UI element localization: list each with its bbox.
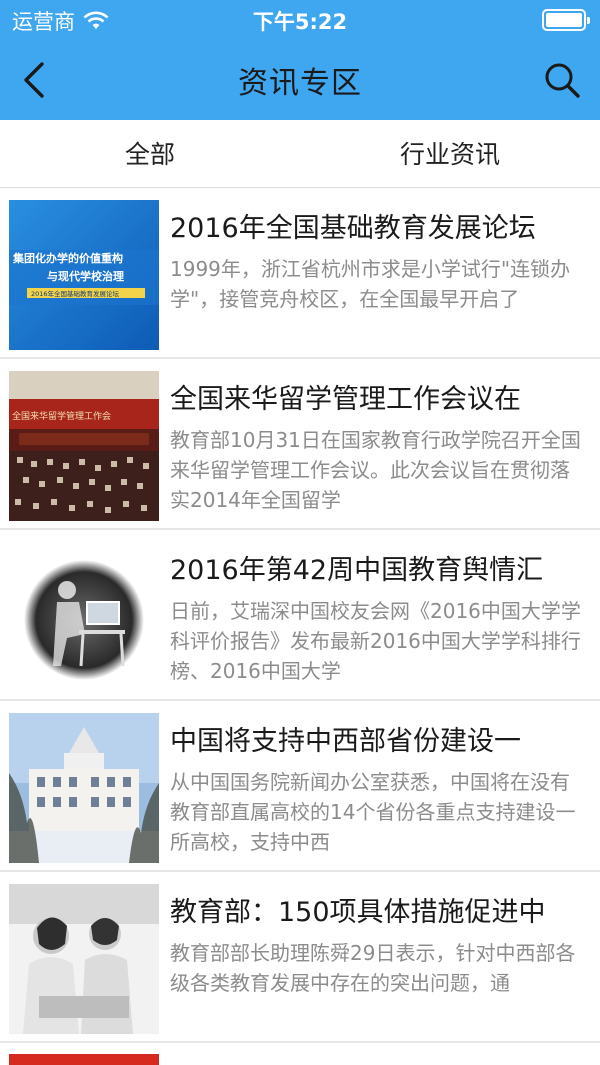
news-summary: 教育部部长助理陈舜29日表示，针对中西部各级各类教育发展中存在的突出问题，通 [170,941,576,995]
news-summary: 1999年，浙江省杭州市求是小学试行"连锁办学"，接管竞舟校区，在全国最早开启了 [170,257,571,311]
app-header: 运营商 下午5:22 资讯专区 [0,0,600,120]
news-thumbnail: 全国来华留学管理工作会 [9,371,159,521]
category-tabs: 全部 行业资讯 [0,120,600,188]
news-list: 集团化办学的价值重构 与现代学校治理 2016年全国基础教育发展论坛 2016年… [0,188,600,1043]
news-summary: 从中国国务院新闻办公室获悉，中国将在没有教育部直属高校的14个省份各重点支持建设… [170,770,576,854]
thumb-text: 集团化办学的价值重构 [12,251,123,265]
thumb-text: 与现代学校治理 [47,269,124,283]
status-bar: 运营商 下午5:22 [0,0,600,40]
search-icon [545,63,580,98]
news-item[interactable]: 中国将支持中西部省份建设一 从中国国务院新闻办公室获悉，中国将在没有教育部直属高… [0,701,600,872]
news-item[interactable]: 教育部：150项具体措施促进中 教育部部长助理陈舜29日表示，针对中西部各级各类… [0,872,600,1043]
news-thumbnail [9,542,159,692]
news-title: 教育部：150项具体措施促进中 [170,897,546,928]
news-item[interactable]: 全国来华留学管理工作会 全国来华留学管理工作会议在 教育部10月31日在国家教育… [0,359,600,530]
tab-industry-news[interactable]: 行业资讯 [300,120,600,187]
tab-all[interactable]: 全部 [0,120,300,187]
thumb-text: 全国来华留学管理工作会 [12,410,111,422]
news-title: 2016年全国基础教育发展论坛 [170,213,536,244]
battery-icon [542,9,590,31]
search-button[interactable] [542,60,582,100]
news-title: 中国将支持中西部省份建设一 [170,726,521,757]
page-title: 资讯专区 [238,66,362,101]
news-item[interactable]: 2016年第42周中国教育舆情汇 日前，艾瑞深中国校友会网《2016中国大学学科… [0,530,600,701]
news-summary: 日前，艾瑞深中国校友会网《2016中国大学学科评价报告》发布最新2016中国大学… [170,599,581,683]
news-thumbnail: 集团化办学的价值重构 与现代学校治理 2016年全国基础教育发展论坛 [9,200,159,350]
news-thumbnail-partial [9,1054,159,1065]
news-summary: 教育部10月31日在国家教育行政学院召开全国来华留学管理工作会议。此次会议旨在贯… [170,428,581,512]
news-title: 全国来华留学管理工作会议在 [170,384,521,415]
news-item[interactable]: 集团化办学的价值重构 与现代学校治理 2016年全国基础教育发展论坛 2016年… [0,188,600,359]
news-title: 2016年第42周中国教育舆情汇 [170,555,544,586]
thumb-text: 2016年全国基础教育发展论坛 [31,289,120,298]
news-thumbnail [9,713,159,863]
news-thumbnail [9,884,159,1034]
status-time: 下午5:22 [252,10,348,34]
nav-bar: 资讯专区 [0,40,600,120]
